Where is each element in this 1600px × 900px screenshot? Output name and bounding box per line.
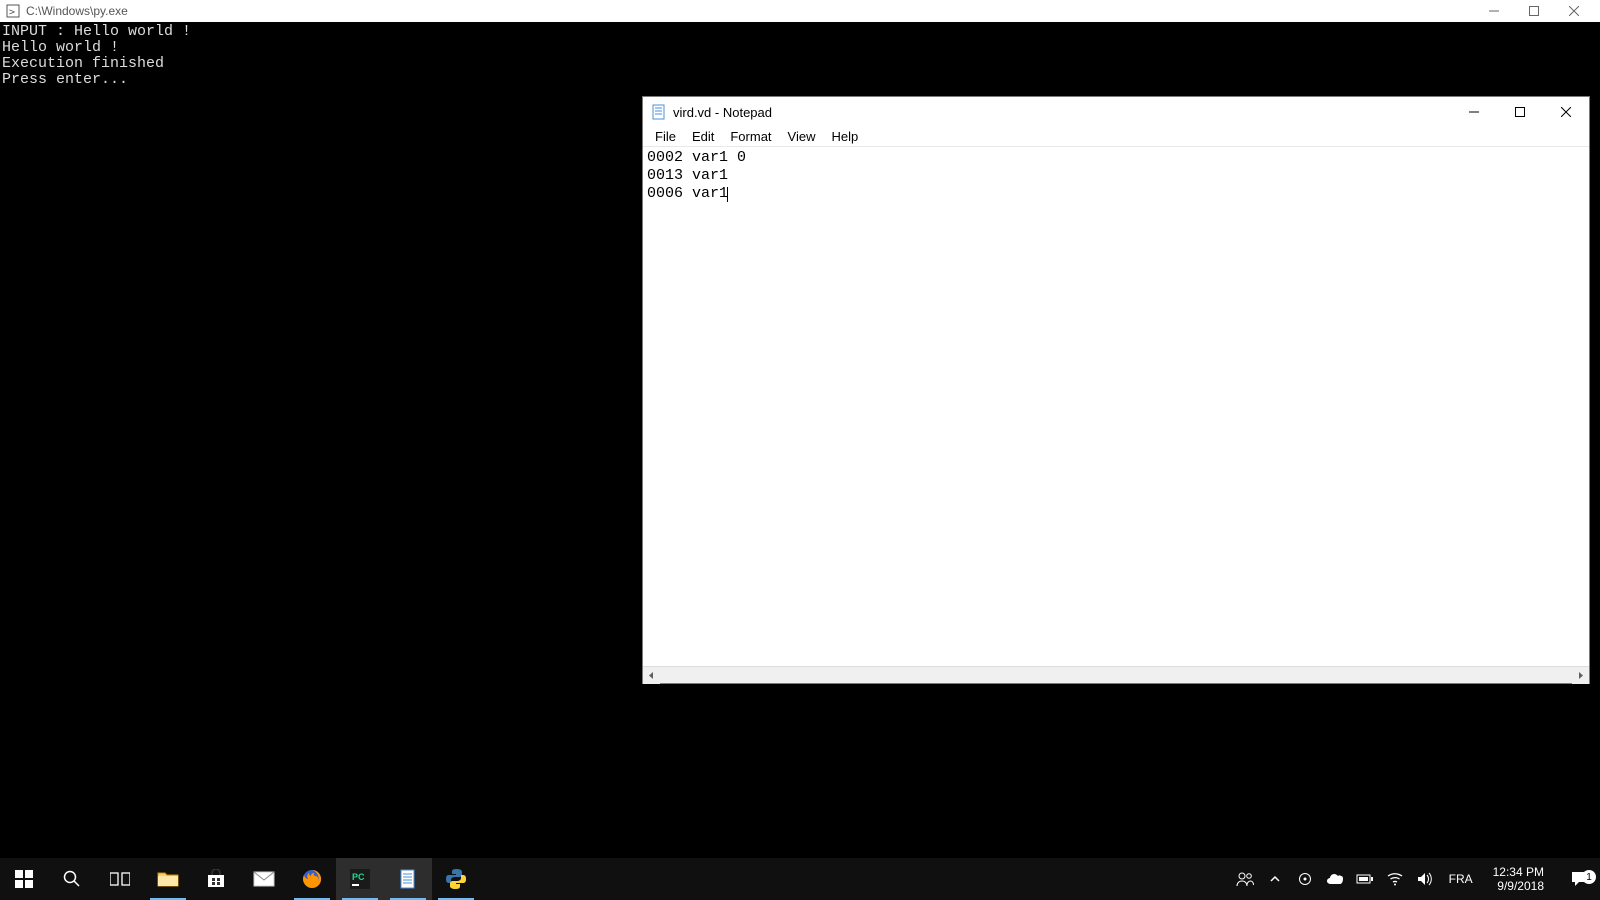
scroll-right-arrow-icon[interactable] <box>1572 667 1589 684</box>
search-button[interactable] <box>48 858 96 900</box>
tray-time: 12:34 PM <box>1493 865 1544 879</box>
taskbar-app-python[interactable] <box>432 858 480 900</box>
tray-location-icon[interactable] <box>1293 858 1317 900</box>
task-view-button[interactable] <box>96 858 144 900</box>
notepad-minimize-button[interactable] <box>1451 97 1497 127</box>
console-app-icon: > <box>6 4 20 18</box>
tray-date: 9/9/2018 <box>1493 879 1544 893</box>
notepad-line: 0013 var1 <box>647 167 728 184</box>
console-maximize-button[interactable] <box>1514 0 1554 22</box>
notification-badge: 1 <box>1582 870 1596 884</box>
text-cursor <box>727 187 728 202</box>
console-close-button[interactable] <box>1554 0 1594 22</box>
taskbar-app-mail[interactable] <box>240 858 288 900</box>
console-title-text: C:\Windows\py.exe <box>26 4 128 18</box>
tray-power-icon[interactable] <box>1353 858 1377 900</box>
notepad-close-button[interactable] <box>1543 97 1589 127</box>
tray-language-text: FRA <box>1449 872 1473 886</box>
notepad-horizontal-scrollbar[interactable] <box>643 666 1589 683</box>
notepad-line: 0002 var1 0 <box>647 149 746 166</box>
taskbar-app-firefox[interactable] <box>288 858 336 900</box>
console-line: Hello world ! <box>2 39 119 56</box>
menu-view[interactable]: View <box>780 129 824 144</box>
taskbar-left: PC <box>0 858 480 900</box>
notepad-icon <box>399 869 417 889</box>
start-button[interactable] <box>0 858 48 900</box>
tray-action-center[interactable]: 1 <box>1558 870 1600 888</box>
menu-edit[interactable]: Edit <box>684 129 722 144</box>
notepad-menubar: File Edit Format View Help <box>643 127 1589 147</box>
store-icon <box>206 869 226 889</box>
notepad-line: 0006 var1 <box>647 185 728 202</box>
taskbar: PC <box>0 858 1600 900</box>
console-line: INPUT : Hello world ! <box>2 23 191 40</box>
tray-language[interactable]: FRA <box>1443 872 1479 886</box>
notepad-maximize-button[interactable] <box>1497 97 1543 127</box>
python-icon <box>445 868 467 890</box>
taskbar-app-pycharm[interactable]: PC <box>336 858 384 900</box>
mail-icon <box>253 871 275 887</box>
scroll-left-arrow-icon[interactable] <box>643 667 660 684</box>
notepad-title-text: vird.vd - Notepad <box>673 105 772 120</box>
tray-wifi-icon[interactable] <box>1383 858 1407 900</box>
console-line: Execution finished <box>2 55 164 72</box>
menu-help[interactable]: Help <box>823 129 866 144</box>
chevron-up-icon <box>1270 874 1280 884</box>
notepad-text-area[interactable]: 0002 var1 0 0013 var1 0006 var1 <box>643 147 1589 666</box>
search-icon <box>63 870 81 888</box>
taskbar-app-notepad[interactable] <box>384 858 432 900</box>
tray-show-hidden-icons[interactable] <box>1263 858 1287 900</box>
taskbar-right: FRA 12:34 PM 9/9/2018 1 <box>1233 858 1600 900</box>
tray-clock[interactable]: 12:34 PM 9/9/2018 <box>1485 859 1552 899</box>
console-line: Press enter... <box>2 71 128 88</box>
console-titlebar[interactable]: > C:\Windows\py.exe <box>0 0 1600 22</box>
taskbar-spacer <box>480 858 1233 900</box>
menu-file[interactable]: File <box>647 129 684 144</box>
console-minimize-button[interactable] <box>1474 0 1514 22</box>
tray-onedrive-icon[interactable] <box>1323 858 1347 900</box>
notepad-titlebar[interactable]: vird.vd - Notepad <box>643 97 1589 127</box>
pycharm-icon: PC <box>350 869 370 889</box>
notepad-window: vird.vd - Notepad File Edit Format View … <box>642 96 1590 684</box>
svg-text:>: > <box>9 7 15 18</box>
tray-people-icon[interactable] <box>1233 858 1257 900</box>
firefox-icon <box>301 868 323 890</box>
task-view-icon <box>110 871 130 887</box>
taskbar-app-file-explorer[interactable] <box>144 858 192 900</box>
notepad-app-icon <box>651 104 667 120</box>
windows-logo-icon <box>15 870 33 888</box>
menu-format[interactable]: Format <box>722 129 779 144</box>
taskbar-app-store[interactable] <box>192 858 240 900</box>
svg-text:PC: PC <box>352 872 365 882</box>
tray-volume-icon[interactable] <box>1413 858 1437 900</box>
file-explorer-icon <box>157 870 179 888</box>
